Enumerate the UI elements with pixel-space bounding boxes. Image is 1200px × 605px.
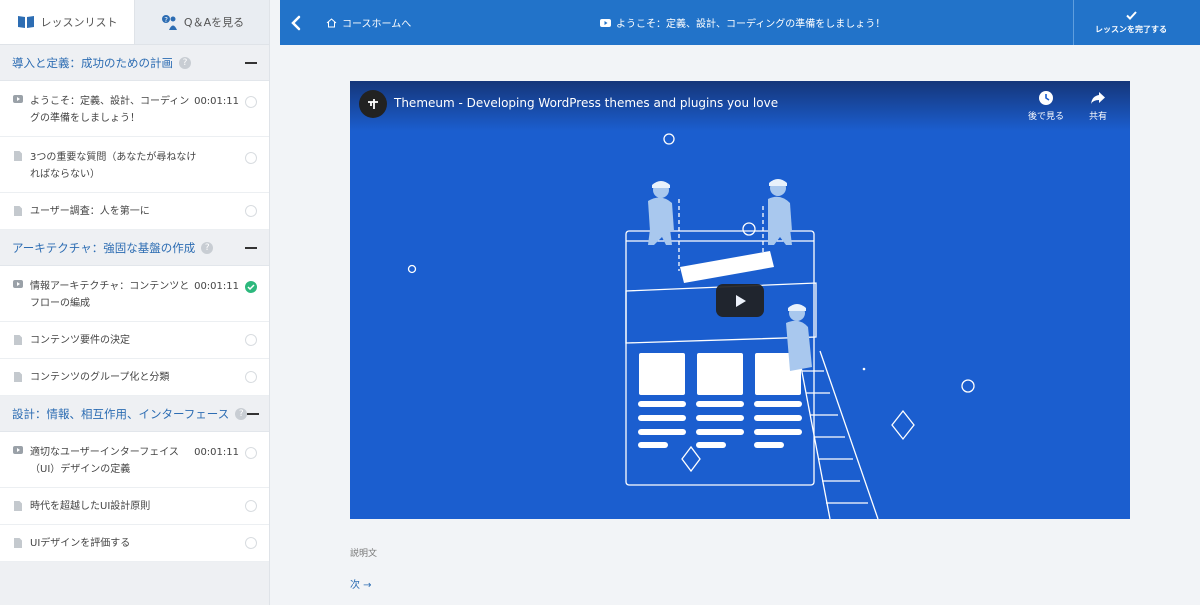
document-icon: [12, 501, 24, 511]
course-home-link[interactable]: コースホームへ: [326, 15, 411, 30]
lesson-title: 3つの重要な質問（あなたが尋ねなければならない）: [30, 152, 197, 180]
youtube-icon: [600, 18, 611, 27]
video-lesson-icon: [12, 95, 24, 103]
lesson-status-circle: [245, 205, 257, 217]
description-label: 説明文: [350, 549, 378, 559]
topic-title: 設計：情報、相互作用、インターフェース: [12, 406, 230, 421]
tab-qa[interactable]: ? Q＆Aを見る: [134, 0, 269, 44]
video-title[interactable]: Themeum - Developing WordPress themes an…: [394, 96, 778, 110]
current-lesson-title: ようこそ：定義、設計、コーディングの準備をしましょう！: [600, 0, 885, 45]
collapse-minus-icon[interactable]: [247, 412, 260, 415]
document-icon: [12, 151, 24, 161]
lesson-item[interactable]: 適切なユーザーインターフェイス（UI）デザインの定義 00:01:11: [0, 432, 269, 488]
lesson-item[interactable]: 3つの重要な質問（あなたが尋ねなければならない）: [0, 137, 269, 193]
collapse-minus-icon[interactable]: [245, 61, 257, 64]
lesson-item[interactable]: 情報アーキテクチャ：コンテンツとフローの編成 00:01:11: [0, 266, 269, 322]
lesson-title: 適切なユーザーインターフェイス（UI）デザインの定義: [30, 447, 179, 475]
lesson-status-circle: [245, 447, 257, 459]
home-icon: [326, 17, 337, 27]
current-lesson-title-text: ようこそ：定義、設計、コーディングの準備をしましょう！: [616, 19, 886, 30]
chevron-left-icon: [291, 15, 301, 30]
lesson-header-bar: コースホームへ ようこそ：定義、設計、コーディングの準備をしましょう！ レッスン…: [280, 0, 1200, 45]
video-lesson-icon: [12, 446, 24, 454]
check-icon: [1125, 10, 1137, 20]
lesson-item[interactable]: 時代を超越したUI設計原則: [0, 488, 269, 525]
topic-title: 導入と定義：成功のための計画: [12, 55, 173, 70]
lesson-title: ようこそ：定義、設計、コーディングの準備をしましょう！: [30, 96, 190, 124]
complete-lesson-label: レッスンを完了する: [1095, 24, 1167, 34]
help-icon: ?: [235, 407, 248, 420]
topic-header-2[interactable]: アーキテクチャ：強固な基盤の作成 ?: [0, 230, 269, 266]
lesson-item[interactable]: ユーザー調査：人を第一に: [0, 193, 269, 230]
video-lesson-icon: [12, 280, 24, 288]
help-icon: ?: [201, 241, 214, 254]
document-icon: [12, 538, 24, 548]
sidebar-tabs: レッスンリスト ? Q＆Aを見る: [0, 0, 269, 45]
share-arrow-icon: [1091, 92, 1105, 104]
document-icon: [12, 372, 24, 382]
help-icon: ?: [179, 56, 191, 69]
lesson-title: コンテンツ要件の決定: [30, 334, 130, 346]
lesson-sidebar: レッスンリスト ? Q＆Aを見る 導入と定義：成功のための計画 ? ようこそ：定…: [0, 0, 270, 605]
next-lesson-link[interactable]: 次 →: [350, 576, 372, 591]
tab-lesson-list-label: レッスンリスト: [40, 16, 118, 29]
share-button[interactable]: 共有: [1089, 90, 1107, 122]
topic-header-3[interactable]: 設計：情報、相互作用、インターフェース ?: [0, 396, 269, 432]
topic-title: アーキテクチャ：強固な基盤の作成: [12, 240, 196, 255]
clock-icon: [1039, 91, 1053, 105]
video-player[interactable]: Themeum - Developing WordPress themes an…: [350, 81, 1130, 519]
lesson-title: ユーザー調査：人を第一に: [30, 205, 150, 217]
complete-lesson-button[interactable]: レッスンを完了する: [1073, 0, 1188, 45]
lesson-item[interactable]: UIデザインを評価する: [0, 525, 269, 562]
collapse-minus-icon[interactable]: [245, 246, 257, 249]
book-icon: [17, 16, 34, 28]
tab-qa-label: Q＆Aを見る: [183, 16, 245, 29]
channel-logo-icon[interactable]: [359, 90, 387, 118]
lesson-duration: 00:01:11: [194, 447, 239, 458]
lesson-title: 情報アーキテクチャ：コンテンツとフローの編成: [30, 281, 190, 309]
lesson-status-circle: [245, 96, 257, 108]
lesson-title: UIデザインを評価する: [30, 537, 131, 549]
course-home-label: コースホームへ: [342, 19, 412, 30]
lesson-status-circle: [245, 371, 257, 383]
question-person-icon: ?: [161, 15, 177, 30]
lesson-item[interactable]: コンテンツ要件の決定: [0, 322, 269, 359]
lesson-duration: 00:01:11: [194, 96, 239, 107]
lesson-title: コンテンツのグループ化と分類: [30, 371, 170, 383]
svg-text:?: ?: [164, 16, 168, 24]
watch-later-label: 後で見る: [1028, 112, 1065, 122]
lesson-item[interactable]: ようこそ：定義、設計、コーディングの準備をしましょう！ 00:01:11: [0, 81, 269, 137]
lesson-title: 時代を超越したUI設計原則: [30, 500, 151, 512]
play-icon: [736, 294, 746, 307]
lesson-status-circle: [245, 152, 257, 164]
back-button[interactable]: [280, 0, 312, 45]
share-label: 共有: [1089, 112, 1108, 122]
topic-header-1[interactable]: 導入と定義：成功のための計画 ?: [0, 45, 269, 81]
lesson-duration: 00:01:11: [194, 281, 239, 292]
document-icon: [12, 335, 24, 345]
lesson-done-check-icon: [245, 281, 257, 293]
tab-lesson-list[interactable]: レッスンリスト: [0, 0, 134, 44]
lesson-status-circle: [245, 334, 257, 346]
lesson-status-circle: [245, 537, 257, 549]
play-button[interactable]: [716, 284, 764, 317]
document-icon: [12, 206, 24, 216]
watch-later-button[interactable]: 後で見る: [1028, 90, 1064, 122]
lesson-status-circle: [245, 500, 257, 512]
lesson-item[interactable]: コンテンツのグループ化と分類: [0, 359, 269, 396]
